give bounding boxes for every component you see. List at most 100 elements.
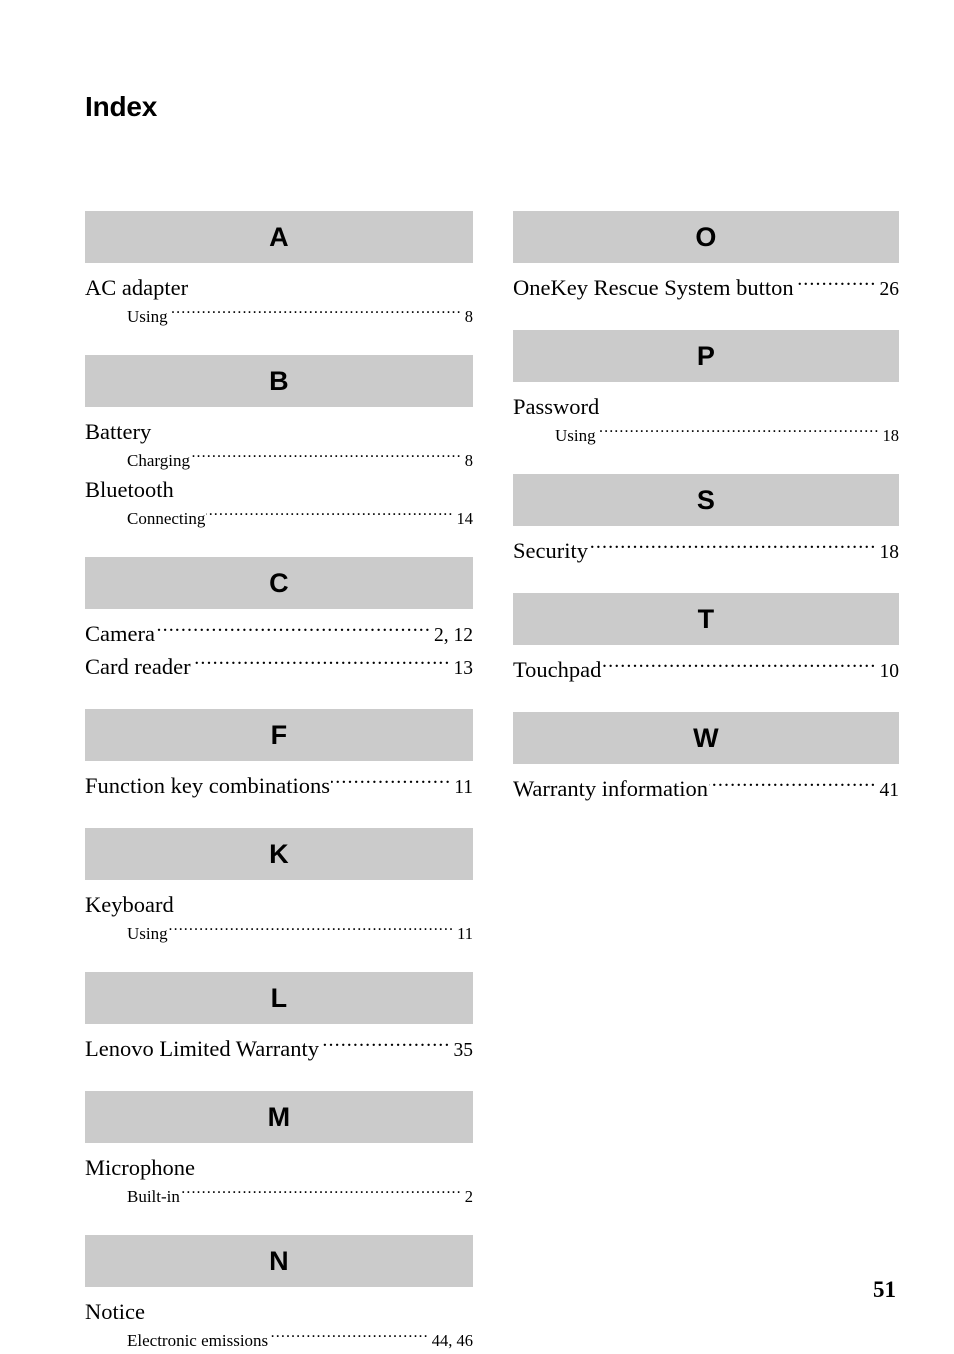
index-entry-page-number: 35: [453, 1040, 474, 1061]
letter-bar-s: S: [513, 474, 899, 526]
index-section-a: A AC adapter Using 8: [85, 211, 473, 330]
index-entry[interactable]: Card reader 13: [85, 651, 473, 684]
index-entry-page-number: 8: [464, 307, 473, 326]
dot-leader: [597, 424, 880, 441]
index-entry-term: Security: [513, 538, 588, 563]
index-entry-term: Function key combinations: [85, 773, 330, 798]
letter-heading: O: [695, 221, 717, 252]
letter-heading: C: [269, 567, 289, 598]
letter-heading: N: [269, 1245, 289, 1276]
dot-leader: [169, 305, 462, 322]
index-entry-list: Camera 2, 12 Card reader 13: [85, 609, 473, 684]
letter-bar-b: B: [85, 355, 473, 407]
index-entry-list: Lenovo Limited Warranty 35: [85, 1024, 473, 1066]
dot-leader: [181, 1185, 462, 1202]
index-entry-list: Notice Electronic emissions 44, 46: [85, 1287, 473, 1354]
index-entry[interactable]: Lenovo Limited Warranty 35: [85, 1033, 473, 1066]
letter-heading: B: [269, 365, 289, 396]
index-entry-term: Keyboard: [85, 892, 174, 917]
index-entry-list: Function key combinations 11: [85, 761, 473, 803]
index-entry-list: Microphone Built-in 2: [85, 1143, 473, 1210]
index-section-n: N Notice Electronic emissions 44, 46: [85, 1235, 473, 1354]
index-entry-term: Battery: [85, 419, 152, 444]
index-entry-page-number: 41: [879, 780, 900, 801]
index-entry-term: OneKey Rescue System button: [513, 275, 794, 300]
dot-leader: [206, 507, 453, 524]
index-entry-term: Built-in: [127, 1187, 180, 1206]
letter-bar-o: O: [513, 211, 899, 263]
index-entry-term: Notice: [85, 1299, 145, 1324]
index-entry-term: Charging: [127, 451, 190, 470]
dot-leader: [795, 273, 877, 296]
index-entry-term: Touchpad: [513, 657, 602, 682]
index-entry-page-number: 8: [464, 451, 473, 470]
index-entry[interactable]: Battery: [85, 416, 473, 447]
index-entry-term: Lenovo Limited Warranty: [85, 1036, 319, 1061]
index-entry-term: Password: [513, 394, 600, 419]
index-entry-page-number: 10: [879, 661, 900, 682]
index-section-o: O OneKey Rescue System button 26: [513, 211, 899, 305]
index-entry-term: Electronic emissions: [127, 1331, 269, 1350]
index-entry[interactable]: Security 18: [513, 535, 899, 568]
index-entry[interactable]: Using 11: [85, 920, 473, 947]
index-entry-page-number: 11: [454, 777, 473, 798]
dot-leader: [191, 449, 462, 466]
index-entry-page-number: 2, 12: [434, 625, 473, 646]
index-entry[interactable]: Function key combinations 11: [85, 770, 473, 803]
index-entry[interactable]: Built-in 2: [85, 1183, 473, 1210]
index-entry-page-number: 14: [456, 509, 474, 528]
letter-bar-m: M: [85, 1091, 473, 1143]
index-section-w: W Warranty information 41: [513, 712, 899, 806]
index-entry[interactable]: Using 18: [513, 422, 899, 449]
index-entry[interactable]: OneKey Rescue System button 26: [513, 272, 899, 305]
index-entry[interactable]: Charging 8: [85, 447, 473, 474]
index-entry-page-number: 26: [879, 279, 900, 300]
index-entry[interactable]: Using 8: [85, 303, 473, 330]
index-column-right: O OneKey Rescue System button 26 P Password U…: [513, 211, 899, 806]
index-entry-term: Using: [555, 426, 596, 445]
letter-bar-n: N: [85, 1235, 473, 1287]
index-entry-list: Battery Charging 8 Bluetooth Connecting 14: [85, 407, 473, 532]
index-section-m: M Microphone Built-in 2: [85, 1091, 473, 1210]
index-entry[interactable]: Warranty information 41: [513, 773, 899, 806]
index-section-l: L Lenovo Limited Warranty 35: [85, 972, 473, 1066]
index-entry-list: Touchpad 10: [513, 645, 899, 687]
dot-leader: [169, 922, 454, 939]
index-entry-term: Using: [127, 307, 168, 326]
index-entry[interactable]: Electronic emissions 44, 46: [85, 1327, 473, 1354]
index-entry-page-number: 18: [882, 426, 900, 445]
index-entry[interactable]: Camera 2, 12: [85, 618, 473, 651]
index-page: Index A AC adapter Using 8 B Battery Charging 8…: [0, 0, 954, 1352]
index-entry[interactable]: Touchpad 10: [513, 654, 899, 687]
letter-heading: P: [696, 340, 716, 371]
index-entry[interactable]: Bluetooth: [85, 474, 473, 505]
index-entry[interactable]: Notice: [85, 1296, 473, 1327]
letter-bar-a: A: [85, 211, 473, 263]
index-section-s: S Security 18: [513, 474, 899, 568]
index-entry-term: Camera: [85, 621, 155, 646]
index-entry-term: Connecting: [127, 509, 206, 528]
index-column-left: A AC adapter Using 8 B Battery Charging 8 Blueto…: [85, 211, 473, 1354]
index-entry[interactable]: Keyboard: [85, 889, 473, 920]
index-section-c: C Camera 2, 12 Card reader 13: [85, 557, 473, 684]
page-number: 51: [873, 1277, 896, 1302]
dot-leader: [331, 771, 451, 794]
index-entry[interactable]: AC adapter: [85, 272, 473, 303]
index-section-t: T Touchpad 10: [513, 593, 899, 687]
dot-leader: [589, 536, 877, 559]
index-entry[interactable]: Connecting 14: [85, 505, 473, 532]
dot-leader: [602, 655, 876, 678]
letter-heading: M: [267, 1101, 291, 1132]
dot-leader: [320, 1034, 451, 1057]
letter-bar-c: C: [85, 557, 473, 609]
index-entry-list: Warranty information 41: [513, 764, 899, 806]
letter-heading: L: [270, 982, 288, 1013]
index-entry[interactable]: Password: [513, 391, 899, 422]
page-title: Index: [85, 91, 158, 122]
letter-bar-k: K: [85, 828, 473, 880]
index-entry-term: Card reader: [85, 654, 191, 679]
index-entry-term: Microphone: [85, 1155, 195, 1180]
index-entry[interactable]: Microphone: [85, 1152, 473, 1183]
dot-leader: [192, 652, 451, 675]
letter-heading: F: [270, 719, 288, 750]
